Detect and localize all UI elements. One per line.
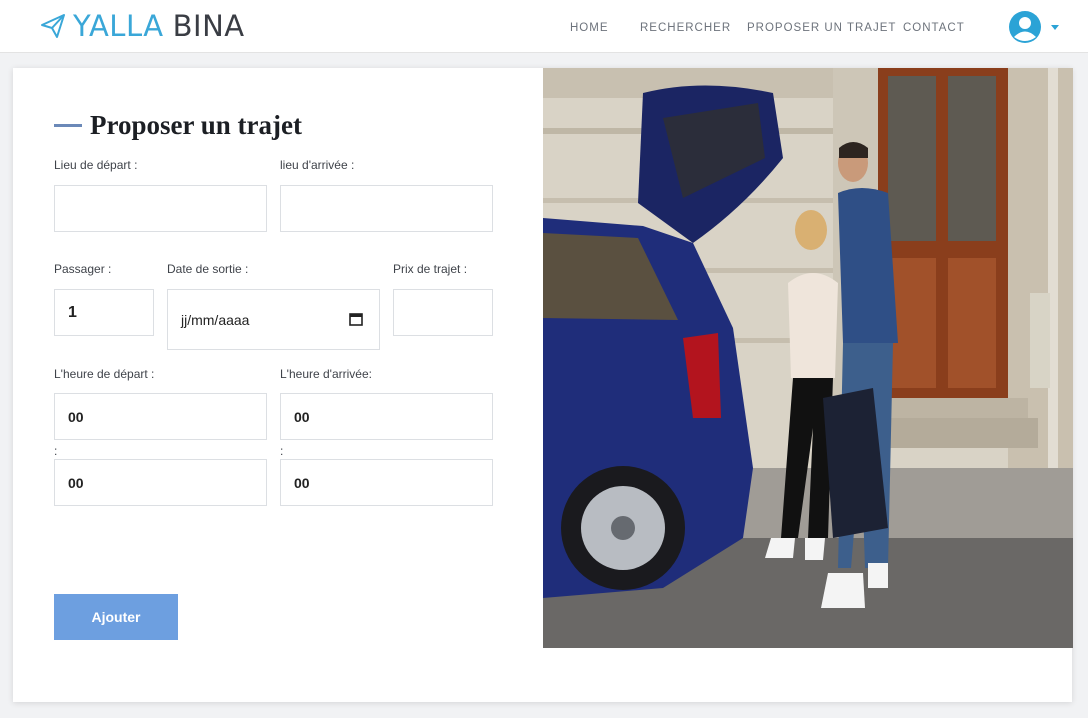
departure-label: Lieu de départ : (54, 158, 138, 172)
date-label: Date de sortie : (167, 262, 249, 276)
user-avatar-icon[interactable] (1008, 10, 1042, 44)
nav-contact-link[interactable]: CONTACT (903, 22, 965, 34)
hero-photo (543, 68, 1073, 648)
chevron-down-icon[interactable] (1051, 25, 1059, 30)
passengers-label: Passager : (54, 262, 112, 276)
nav-propose-link[interactable]: PROPOSER UN TRAJET (747, 22, 896, 34)
price-label: Prix de trajet : (393, 262, 468, 276)
departure-minute-input[interactable]: 00 (54, 459, 267, 506)
passengers-input[interactable]: 1 (54, 289, 154, 336)
departure-time-separator: : (54, 444, 58, 458)
arrival-time-separator: : (280, 444, 284, 458)
nav-search-link[interactable]: RECHERCHER (640, 22, 731, 34)
paper-plane-icon (41, 14, 65, 38)
departure-input[interactable] (54, 185, 267, 232)
arrival-label: lieu d'arrivée : (280, 158, 355, 172)
trip-form-card: Proposer un trajet Lieu de départ : lieu… (13, 68, 1073, 702)
arrival-hour-input[interactable]: 00 (280, 393, 493, 440)
nav-home-link[interactable]: HOME (570, 22, 609, 34)
arrival-time-label: L'heure d'arrivée: (280, 367, 372, 381)
brand-logo[interactable]: YALLA BINA (40, 9, 245, 43)
calendar-icon[interactable] (349, 312, 363, 326)
brand-name-first: YALLA (73, 9, 164, 43)
date-value: jj/mm/aaaa (181, 311, 250, 328)
title-accent-bar (54, 124, 82, 127)
date-input[interactable]: jj/mm/aaaa (167, 289, 380, 350)
couple-with-car-image (543, 68, 1073, 648)
arrival-minute-input[interactable]: 00 (280, 459, 493, 506)
departure-time-label: L'heure de départ : (54, 367, 155, 381)
departure-hour-input[interactable]: 00 (54, 393, 267, 440)
price-input[interactable] (393, 289, 493, 336)
add-trip-button[interactable]: Ajouter (54, 594, 178, 640)
page-title: Proposer un trajet (90, 110, 302, 140)
brand-name-second: BINA (172, 9, 245, 43)
arrival-input[interactable] (280, 185, 493, 232)
form-title: Proposer un trajet (54, 110, 302, 141)
navbar: YALLA BINA HOME RECHERCHER PROPOSER UN T… (0, 0, 1088, 53)
